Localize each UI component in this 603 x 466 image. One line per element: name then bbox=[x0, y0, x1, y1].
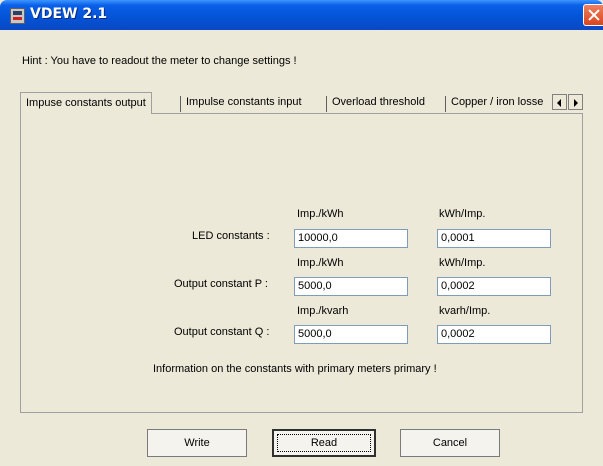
output-p-impulses-field[interactable]: 5000,0 bbox=[294, 277, 408, 296]
read-button[interactable]: Read bbox=[272, 429, 376, 457]
tab-impulse-constants-output[interactable]: Impuse constants output bbox=[20, 92, 152, 114]
close-icon[interactable] bbox=[583, 4, 603, 26]
led-constant-impulses-field[interactable]: 10000,0 bbox=[294, 229, 408, 248]
tab-strip: Impuse constants output Impulse constant… bbox=[20, 92, 583, 114]
tab-impulse-constants-input[interactable]: Impulse constants input bbox=[183, 94, 305, 113]
arrow-left-icon[interactable] bbox=[552, 94, 567, 110]
app-icon bbox=[10, 8, 25, 24]
output-q-impulses-field[interactable]: 5000,0 bbox=[294, 325, 408, 344]
led-constant-kwh-field[interactable]: 0,0001 bbox=[437, 229, 551, 248]
title-bar[interactable]: VDEW 2.1 bbox=[0, 0, 603, 30]
write-button[interactable]: Write bbox=[147, 429, 247, 457]
unit-led-left: Imp./kWh bbox=[297, 208, 344, 220]
output-q-kvarh-field[interactable]: 0,0002 bbox=[437, 325, 551, 344]
unit-q-left: Imp./kvarh bbox=[297, 305, 349, 317]
window-title: VDEW 2.1 bbox=[30, 6, 108, 22]
arrow-right-icon[interactable] bbox=[568, 94, 583, 110]
unit-q-right: kvarh/Imp. bbox=[439, 305, 491, 317]
tab-separator bbox=[180, 96, 181, 112]
label-output-constant-p: Output constant P : bbox=[174, 278, 268, 290]
tab-separator bbox=[445, 96, 446, 112]
tab-copper-iron-losses[interactable]: Copper / iron losse bbox=[448, 94, 552, 113]
unit-led-right: kWh/Imp. bbox=[439, 208, 486, 220]
label-output-constant-q: Output constant Q : bbox=[174, 326, 270, 338]
unit-p-left: Imp./kWh bbox=[297, 257, 344, 269]
label-led-constants: LED constants : bbox=[192, 230, 270, 242]
tab-separator bbox=[326, 96, 327, 112]
hint-text: Hint : You have to readout the meter to … bbox=[22, 55, 297, 67]
cancel-button[interactable]: Cancel bbox=[400, 429, 500, 457]
output-p-kwh-field[interactable]: 0,0002 bbox=[437, 277, 551, 296]
tab-overload-threshold[interactable]: Overload threshold bbox=[329, 94, 428, 113]
info-text: Information on the constants with primar… bbox=[153, 363, 437, 375]
unit-p-right: kWh/Imp. bbox=[439, 257, 486, 269]
vdew-window: VDEW 2.1 Hint : You have to readout the … bbox=[0, 0, 603, 466]
